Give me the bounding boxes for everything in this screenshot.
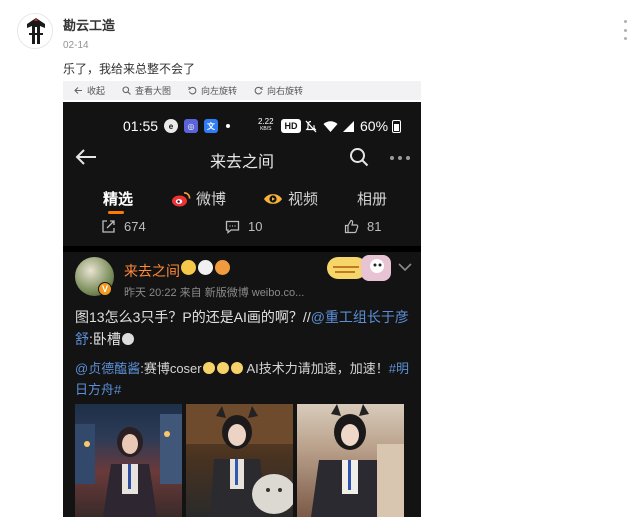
wifi-icon — [323, 120, 338, 132]
comment-icon — [225, 220, 240, 234]
rotate-right-button[interactable]: 向右旋转 — [254, 84, 303, 97]
profile-nav-bar: 来去之间 — [63, 146, 421, 172]
signal-icon — [343, 120, 354, 132]
network-speed: 2.22 KB/S — [258, 117, 274, 133]
repost-icon — [102, 220, 115, 233]
post-date[interactable]: 02-14 — [63, 40, 89, 51]
section-divider — [63, 246, 421, 252]
view-large-label: 查看大图 — [135, 86, 172, 96]
author-logo-icon — [18, 14, 52, 48]
translate-icon: 文 — [204, 119, 218, 133]
more-icon[interactable] — [390, 156, 414, 160]
decoration-sticker-icon — [327, 255, 391, 281]
rotate-right-label: 向右旋转 — [267, 86, 304, 96]
notification-dot-icon — [226, 124, 230, 128]
rotate-left-label: 向左旋转 — [201, 86, 238, 96]
image-toolbar: 收起 查看大图 向左旋转 向右旋转 — [63, 81, 421, 100]
tab-album[interactable]: 相册 — [357, 188, 387, 209]
photo-thumbnail[interactable] — [297, 404, 404, 517]
like-icon — [344, 219, 359, 234]
emoji-icon — [121, 333, 134, 345]
repost-count: 674 — [124, 219, 146, 234]
inner-post-meta: 昨天 20:22 来自 新版微博 weibo.co... — [124, 287, 305, 299]
tab-album-label: 相册 — [357, 191, 388, 208]
chevron-down-icon[interactable] — [398, 262, 412, 272]
tab-weibo[interactable]: 微博 — [171, 188, 226, 209]
inner-post-text: 图13怎么3只手？P的还是AI画的啊？//@重工组长于彦 舒:卧槽 — [75, 306, 411, 350]
weibo-icon — [172, 191, 191, 206]
video-icon — [264, 193, 282, 204]
post-stats: 674 10 81 — [63, 219, 421, 239]
inner-repost-text: @贞德醢酱:赛博coser AI技术力请加速，加速！#明 日方舟# — [75, 358, 411, 400]
tab-featured[interactable]: 精选 — [103, 188, 133, 209]
post-text: 乐了，我给来总整不会了 — [63, 62, 196, 76]
zoom-icon — [122, 86, 131, 95]
attached-screenshot[interactable]: 01:55 e ◎ 文 2.22 KB/S HD 60% 来去之间 精选 微博 … — [63, 102, 421, 517]
author-name[interactable]: 勘云工造 — [63, 15, 115, 34]
topic-link-b[interactable]: 日方舟# — [75, 382, 121, 397]
rotate-left-button[interactable]: 向左旋转 — [188, 84, 237, 97]
mention-link-a2[interactable]: 舒 — [75, 331, 89, 347]
badge-panda-icon — [198, 260, 213, 275]
inner-text-c: :赛博coser — [140, 361, 202, 376]
collapse-icon — [74, 87, 82, 94]
mention-link-a[interactable]: @重工组长于彦 — [311, 309, 409, 325]
collapse-label: 收起 — [87, 86, 106, 96]
emoji-icon — [230, 362, 243, 374]
status-time: 01:55 — [123, 118, 159, 134]
emoji-icon — [202, 362, 215, 374]
search-icon[interactable] — [349, 147, 369, 167]
photo-image — [311, 404, 404, 517]
post-more-button[interactable] — [620, 20, 630, 40]
tab-featured-label: 精选 — [103, 191, 134, 208]
photo-image — [75, 414, 182, 517]
user-badges — [181, 260, 232, 275]
network-speed-unit: KB/S — [260, 126, 272, 132]
battery-icon — [392, 119, 402, 133]
photo-thumbnail[interactable] — [75, 404, 182, 517]
collapse-button[interactable]: 收起 — [74, 84, 105, 97]
repost-button[interactable]: 674 — [101, 219, 146, 234]
battery-percent: 60% — [360, 118, 389, 134]
verified-badge: V — [98, 282, 112, 296]
photo-thumbnail[interactable] — [186, 404, 293, 517]
hd-badge: HD — [281, 119, 301, 133]
tab-weibo-label: 微博 — [196, 191, 227, 208]
mention-link-b[interactable]: @贞德醢酱 — [75, 361, 140, 376]
view-large-button[interactable]: 查看大图 — [122, 84, 171, 97]
photo-grid — [75, 404, 408, 517]
app-icon: ◎ — [184, 119, 198, 133]
topic-link-a[interactable]: #明 — [389, 361, 409, 376]
like-button[interactable]: 81 — [344, 219, 381, 234]
inner-text-d: AI技术力请加速，加速！ — [243, 361, 389, 376]
inner-author-name[interactable]: 来去之间 — [124, 261, 180, 281]
tab-active-indicator — [108, 211, 124, 214]
tab-video-label: 视频 — [288, 191, 319, 208]
author-avatar[interactable] — [17, 13, 53, 49]
rotate-right-icon — [254, 86, 263, 95]
network-speed-value: 2.22 — [258, 117, 274, 126]
like-count: 81 — [367, 219, 382, 234]
inner-text-b: :卧槽 — [89, 331, 121, 347]
mute-icon — [305, 120, 317, 132]
tab-video[interactable]: 视频 — [263, 188, 318, 209]
chat-icon: e — [164, 119, 178, 133]
phone-status-bar: 01:55 e ◎ 文 2.22 KB/S HD 60% — [63, 118, 421, 136]
badge-tiger-icon — [215, 260, 230, 275]
photo-image — [186, 404, 293, 517]
profile-tabs: 精选 微博 视频 相册 — [63, 188, 421, 216]
badge-trophy-icon — [181, 260, 196, 275]
comment-button[interactable]: 10 — [225, 219, 262, 234]
inner-text-a: 图13怎么3只手？P的还是AI画的啊？// — [75, 309, 311, 325]
emoji-icon — [216, 362, 229, 374]
rotate-left-icon — [188, 86, 197, 95]
comment-count: 10 — [248, 219, 263, 234]
